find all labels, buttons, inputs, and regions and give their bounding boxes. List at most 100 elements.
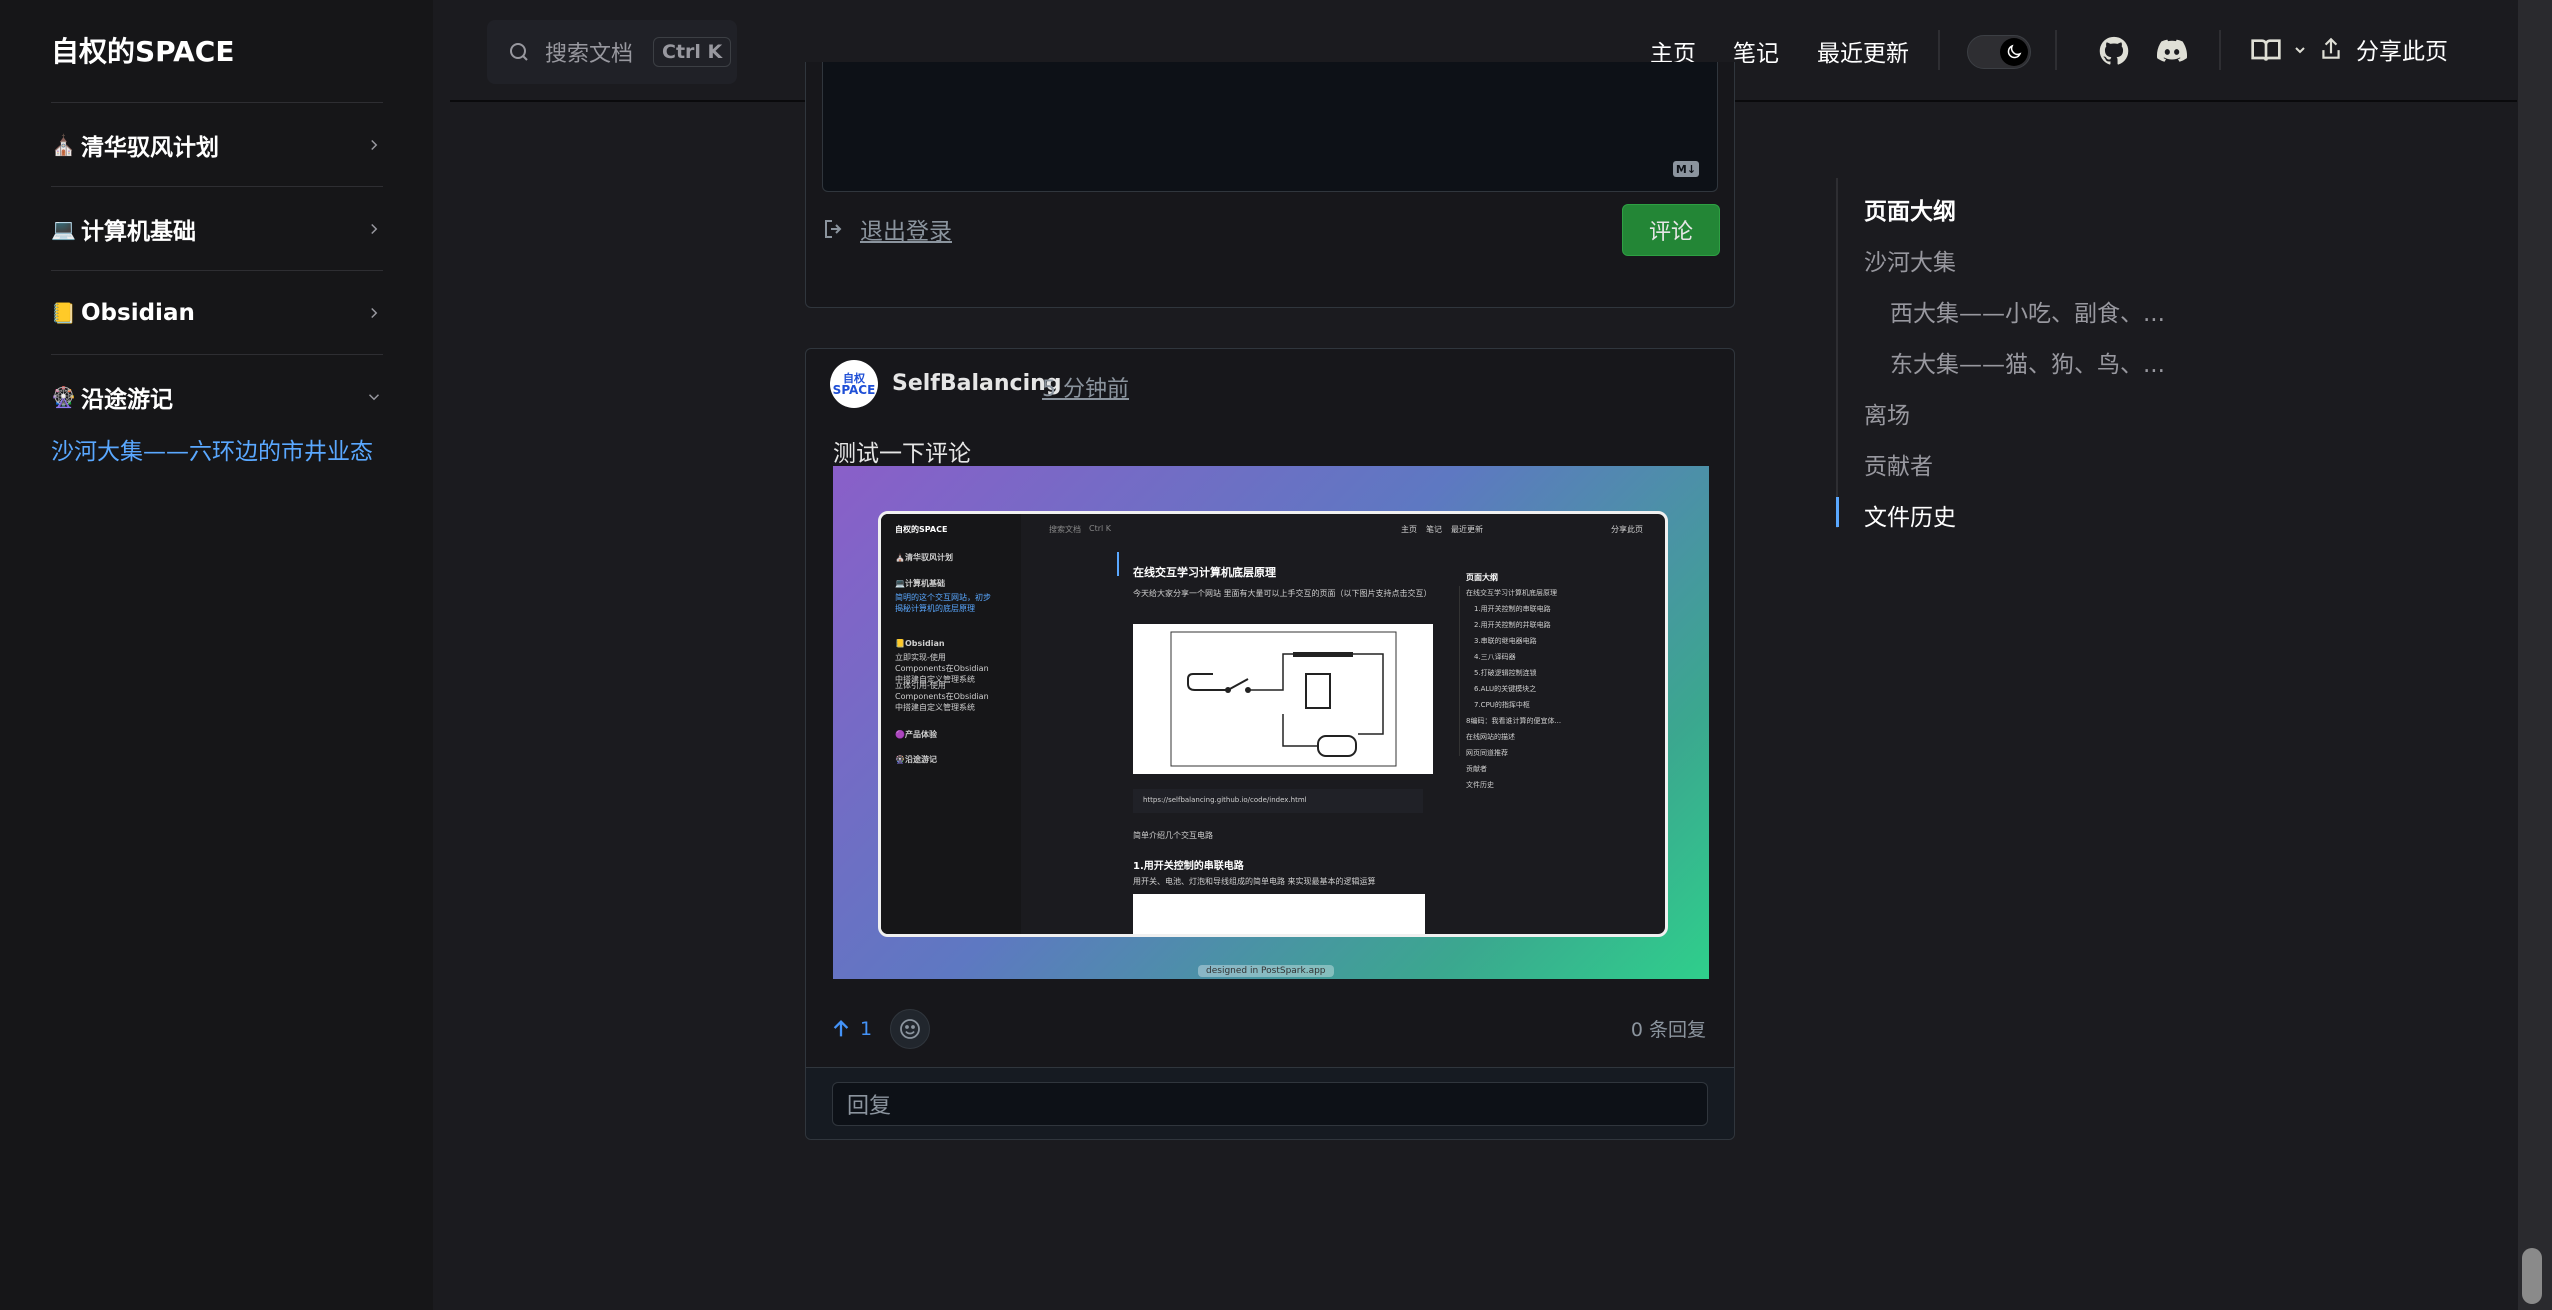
shot-outline-item: 3.串联的继电器电路 — [1474, 637, 1537, 645]
circuit-diagram — [1170, 631, 1397, 767]
logout-label: 退出登录 — [860, 219, 952, 245]
shot-logo: 自权的SPACE — [895, 525, 948, 534]
shot-outline-item: 贡献者 — [1466, 765, 1487, 773]
chevron-right-icon — [371, 307, 378, 318]
chevron-right-icon — [371, 223, 378, 234]
outline-item[interactable]: 离场 — [1864, 396, 1910, 430]
shot-doc-title: 在线交互学习计算机底层原理 — [1133, 566, 1276, 579]
shot-side-item: 📒Obsidian — [895, 639, 945, 648]
notebook-icon: 📒 — [51, 300, 76, 325]
comment-body: 测试一下评论 — [833, 441, 971, 467]
nav-divider — [2219, 30, 2221, 70]
sidebar-group-computer[interactable]: 💻 计算机基础 — [51, 186, 383, 270]
shot-outline-item: 1.用开关控制的串联电路 — [1474, 605, 1551, 613]
comment-timestamp[interactable]: 5 分钟前 — [1042, 371, 1129, 403]
sidebar-group-tsinghua[interactable]: ⛪ 清华驭风计划 — [51, 102, 383, 186]
reply-input[interactable]: 回复 — [832, 1082, 1708, 1126]
comment-image[interactable]: 自权的SPACE ⛪清华驭风计划 💻计算机基础 简明的这个交互网站，初步揭秘计算… — [833, 466, 1709, 979]
nav-notes[interactable]: 笔记 — [1733, 34, 1779, 68]
outline-active-marker — [1836, 497, 1839, 527]
sidebar-group-label: Obsidian — [81, 299, 195, 326]
search-shortcut: Ctrl K — [653, 37, 732, 67]
reply-count: 0 条回复 — [1630, 1019, 1706, 1041]
shot-outline-item: 8编码：我看谁计算的便宜体... — [1466, 717, 1562, 725]
shot-side-item: 立体引用-使用Components在Obsidian中搭建自定义管理系统 — [895, 681, 989, 712]
share-label: 分享此页 — [2356, 39, 2448, 65]
laptop-icon: 💻 — [51, 216, 76, 241]
logout-link[interactable]: 退出登录 — [822, 212, 952, 246]
outline-item[interactable]: 贡献者 — [1864, 447, 1933, 481]
screenshot-window: 自权的SPACE ⛪清华驭风计划 💻计算机基础 简明的这个交互网站，初步揭秘计算… — [878, 511, 1668, 937]
scrollbar[interactable] — [2518, 0, 2552, 1310]
shot-circuit-image — [1133, 624, 1433, 774]
shot-doc-p2: 用开关、电池、灯泡和导线组成的简单电路 来实现最基本的逻辑运算 — [1133, 877, 1376, 886]
shot-nav: 主页 — [1401, 525, 1417, 534]
shot-search-kbd: Ctrl K — [1089, 524, 1112, 533]
outline-track — [1836, 178, 1838, 528]
shot-outline-item: 网页同道推荐 — [1466, 749, 1508, 757]
chevron-right-icon — [371, 139, 378, 150]
smiley-icon — [900, 1019, 920, 1039]
shot-outline-item: 在线网站的描述 — [1466, 733, 1515, 741]
chevron-down-icon — [368, 393, 380, 400]
search-icon — [510, 43, 528, 61]
nav-recent-updates[interactable]: 最近更新 — [1817, 34, 1909, 68]
shot-side-item: 🟣产品体验 — [895, 730, 937, 739]
add-reaction-button[interactable] — [890, 1009, 931, 1049]
shot-outline-item: 文件历史 — [1466, 781, 1494, 789]
shot-doc-url: https://selfbalancing.github.io/code/ind… — [1143, 796, 1307, 804]
chevron-down-icon — [2295, 47, 2305, 54]
shot-outline-item: 2.用开关控制的并联电路 — [1474, 621, 1551, 629]
sidebar-group-label: 清华驭风计划 — [81, 134, 219, 161]
sidebar-link-shahe[interactable]: 沙河大集——六环边的市井业态 — [51, 432, 373, 466]
shot-outline-item: 6.ALU的关键模块之 — [1474, 685, 1537, 693]
shot-side-item: 💻计算机基础 — [895, 579, 945, 588]
sidebar-group-label: 计算机基础 — [81, 218, 196, 245]
shot-outline-item: 7.CPU的指挥中枢 — [1474, 701, 1530, 709]
outline-item[interactable]: 沙河大集 — [1864, 243, 1956, 277]
shot-outline-item: 在线交互学习计算机底层原理 — [1466, 589, 1557, 597]
theme-toggle[interactable] — [1967, 35, 2031, 69]
nav-divider — [2055, 30, 2057, 70]
shot-side-item: ⛪清华驭风计划 — [895, 553, 953, 562]
upvote-button[interactable]: 1 — [830, 1018, 872, 1040]
shot-outline-title: 页面大纲 — [1466, 573, 1498, 582]
sidebar: 自权的SPACE ⛪ 清华驭风计划 💻 计算机基础 📒 Obsidian 🎡 沿途游记 … — [0, 0, 433, 1310]
shot-nav: 最近更新 — [1451, 525, 1483, 534]
sidebar-group-obsidian[interactable]: 📒 Obsidian — [51, 270, 383, 354]
comment-textarea[interactable]: M↓ — [822, 62, 1718, 192]
scrollbar-thumb[interactable] — [2522, 1248, 2542, 1304]
outline-item-current[interactable]: 文件历史 — [1864, 498, 1956, 532]
outline-item[interactable]: 东大集——猫、狗、鸟、... — [1890, 345, 2165, 379]
moon-icon — [2007, 44, 2022, 59]
site-logo[interactable]: 自权的SPACE — [51, 30, 234, 70]
share-icon — [2322, 37, 2340, 59]
ferris-wheel-icon: 🎡 — [51, 384, 76, 409]
sidebar-group-travel[interactable]: 🎡 沿途游记 — [51, 354, 383, 438]
search-placeholder: 搜索文档 — [545, 42, 634, 67]
avatar[interactable]: 自权 SPACE — [830, 360, 878, 408]
search-button[interactable]: 搜索文档 Ctrl K — [487, 20, 737, 84]
language-menu[interactable] — [2250, 34, 2308, 66]
shot-nav: 笔记 — [1426, 525, 1442, 534]
shot-share: 分享此页 — [1611, 525, 1643, 534]
nav-divider — [1938, 30, 1940, 70]
arrow-up-icon — [833, 1020, 849, 1037]
shot-outline-item: 4.三八译码器 — [1474, 653, 1516, 661]
shot-outline-item: 5.打破逻辑控制连锁 — [1474, 669, 1537, 677]
upvote-count: 1 — [860, 1018, 873, 1040]
submit-comment-button[interactable]: 评论 — [1622, 204, 1720, 256]
sidebar-group-label: 沿途游记 — [81, 386, 173, 413]
share-page-button[interactable]: 分享此页 — [2318, 32, 2448, 66]
comment-author[interactable]: SelfBalancing — [892, 371, 1062, 396]
book-icon — [2251, 39, 2281, 61]
outline-item[interactable]: 西大集——小吃、副食、... — [1890, 294, 2165, 328]
shot-search: 搜索文档 — [1049, 525, 1081, 534]
outline-title: 页面大纲 — [1864, 199, 1956, 225]
github-icon[interactable] — [2097, 34, 2131, 68]
discord-icon[interactable] — [2155, 34, 2189, 68]
shot-side-item: 简明的这个交互网站，初步揭秘计算机的底层原理 — [895, 593, 991, 613]
church-icon: ⛪ — [51, 132, 76, 157]
comment-editor: M↓ 退出登录 评论 — [805, 62, 1735, 308]
shot-doc-p1: 简单介绍几个交互电路 — [1133, 831, 1213, 840]
